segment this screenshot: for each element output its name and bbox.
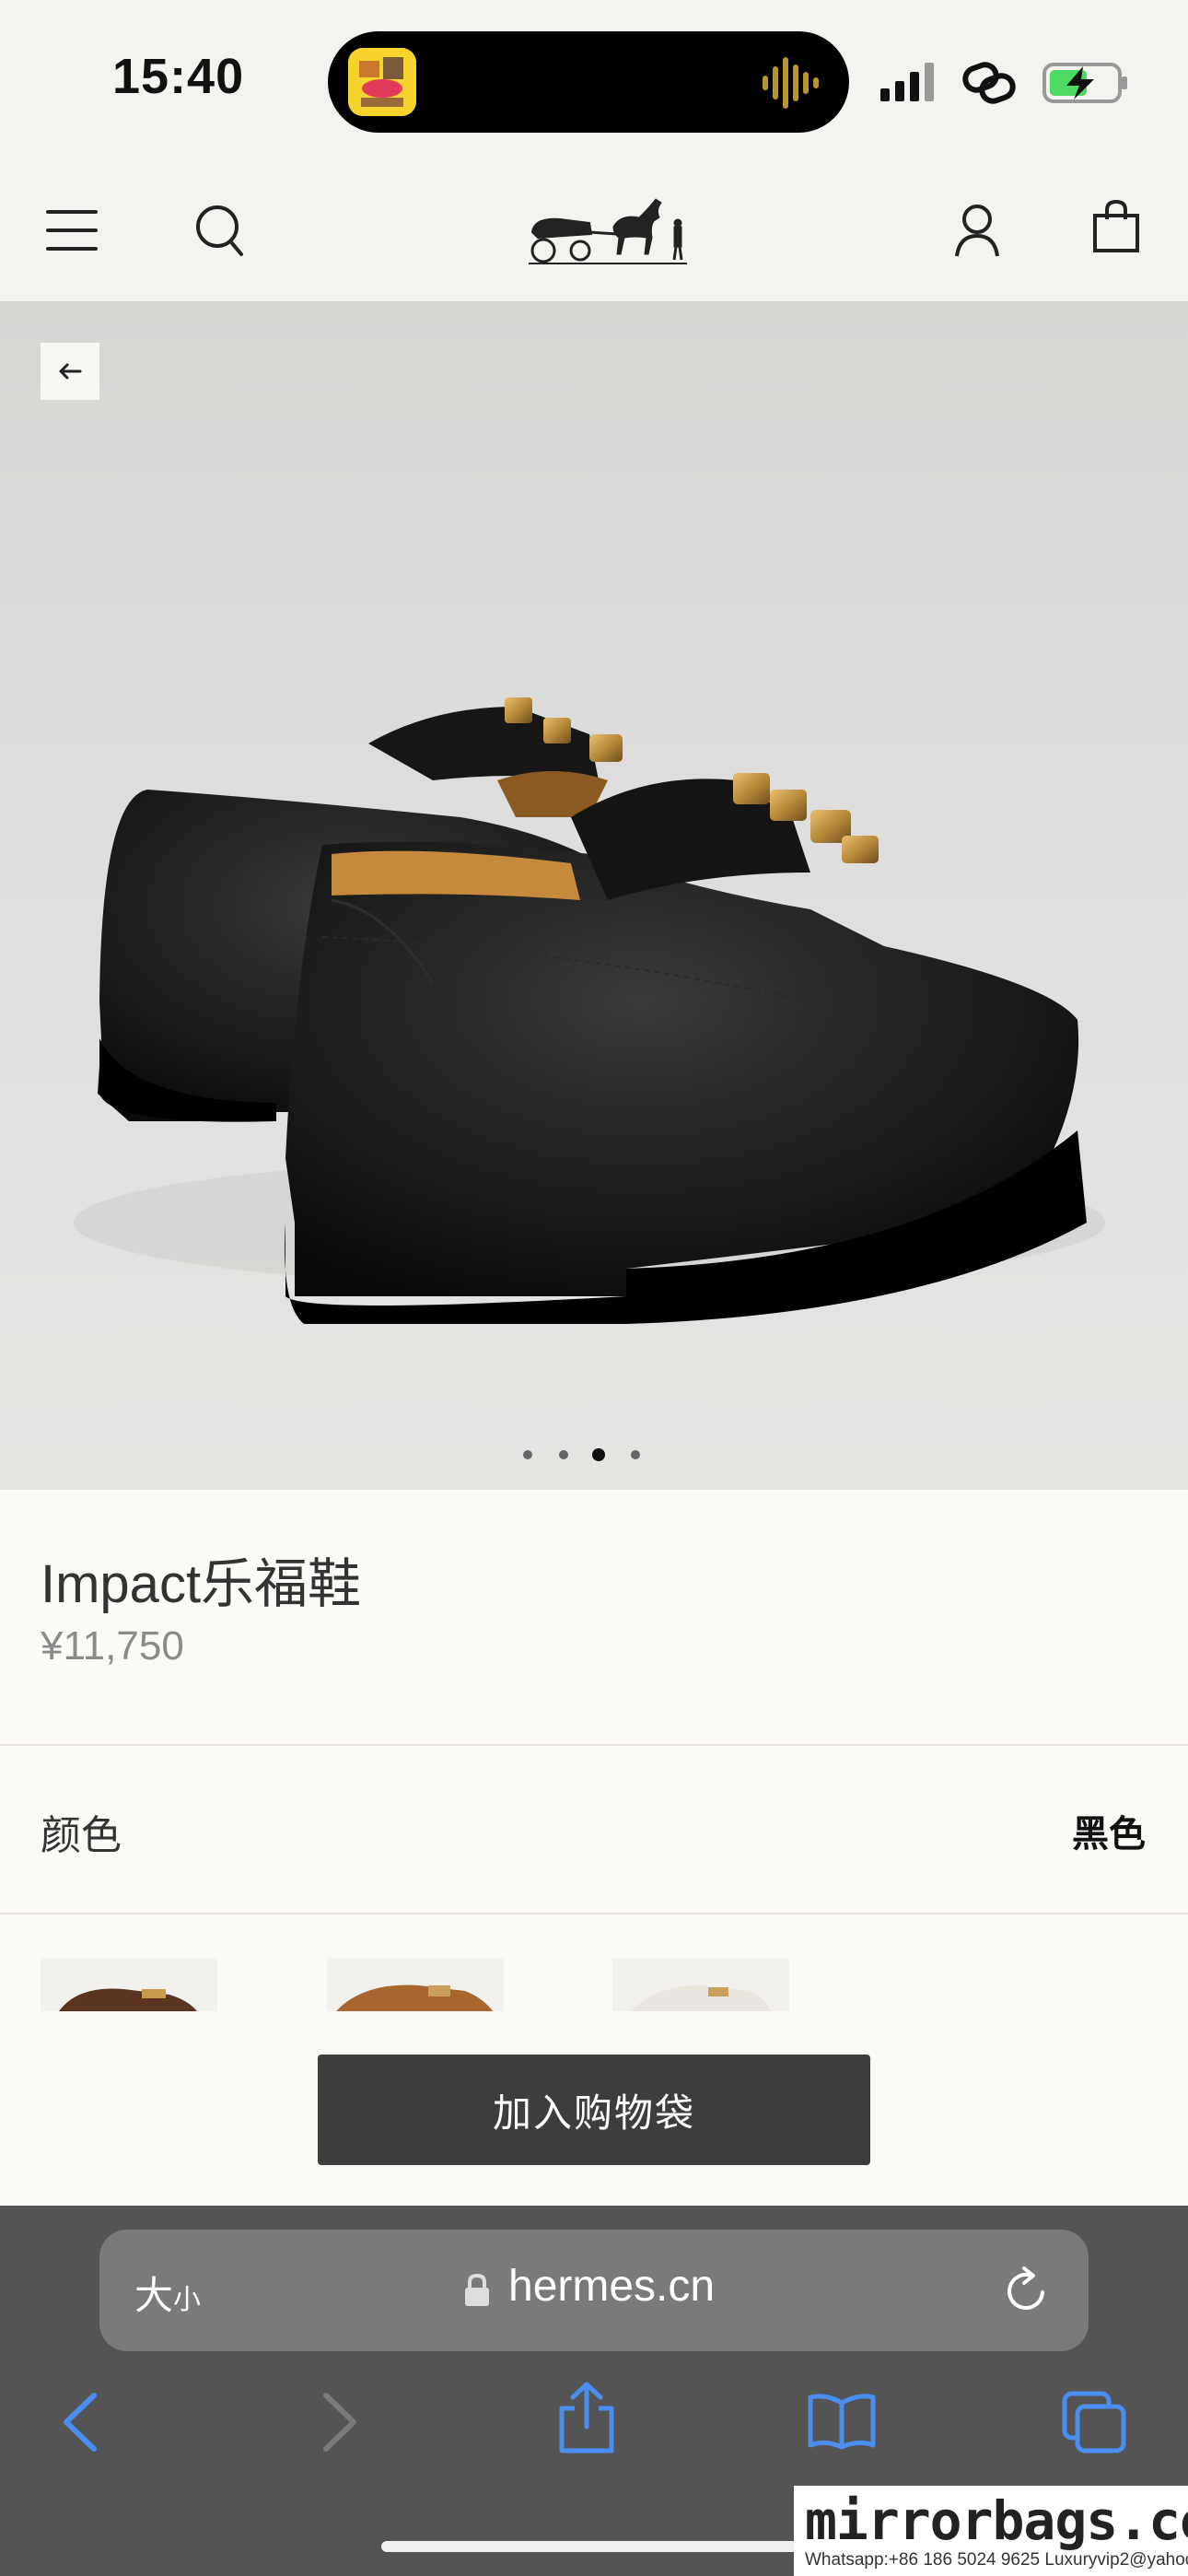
color-value: 黑色 [1072, 1814, 1146, 1855]
divider [0, 1744, 1188, 1746]
product-price: ¥11,750 [41, 1623, 184, 1669]
color-label: 颜色 [41, 1813, 122, 1858]
color-swatch[interactable] [41, 1958, 217, 2011]
search-icon[interactable] [193, 203, 245, 258]
forward-icon[interactable] [319, 2392, 361, 2453]
back-button[interactable] [41, 343, 99, 400]
reload-icon[interactable] [1000, 2265, 1052, 2316]
shopping-bag-icon[interactable] [1092, 199, 1140, 252]
status-time: 15:40 [112, 49, 245, 104]
loafer-pair-image [74, 697, 1105, 1324]
add-to-bag-button[interactable]: 加入购物袋 [318, 2055, 870, 2165]
status-icons [880, 62, 1127, 104]
divider [0, 1913, 1188, 1914]
color-swatch[interactable] [612, 1958, 789, 2011]
link-icon [962, 62, 1016, 104]
product-title: Impact乐福鞋 [41, 1554, 362, 1614]
menu-icon[interactable] [46, 208, 98, 252]
gallery-dot[interactable] [559, 1450, 568, 1459]
watermark: mirrorbags.com Whatsapp:+86 186 5024 962… [794, 2486, 1188, 2576]
gallery-dot[interactable] [523, 1450, 532, 1459]
gallery-dot-active[interactable] [592, 1448, 605, 1461]
tabs-icon[interactable] [1061, 2390, 1127, 2454]
back-icon[interactable] [59, 2392, 101, 2453]
share-icon[interactable] [556, 2381, 617, 2454]
text-size-big: 大 [134, 2274, 174, 2317]
audio-wave-icon [763, 57, 819, 109]
color-swatch[interactable] [327, 1958, 504, 2011]
arrow-left-icon [59, 363, 82, 380]
watermark-contact: Whatsapp:+86 186 5024 9625 Luxuryvip2@ya… [805, 2550, 1188, 2570]
battery-charging-icon [1042, 63, 1127, 103]
gallery-dot[interactable] [631, 1450, 640, 1459]
url-text[interactable]: hermes.cn [508, 2261, 715, 2312]
text-size-small: 小 [173, 2285, 202, 2315]
bookmarks-icon[interactable] [807, 2392, 877, 2451]
signal-icon [880, 63, 934, 101]
home-indicator[interactable] [381, 2541, 807, 2552]
lock-icon [465, 2273, 489, 2306]
product-image[interactable] [0, 301, 1188, 1490]
watermark-name: mirrorbags.com [805, 2489, 1188, 2552]
account-icon[interactable] [954, 203, 1000, 258]
hermes-carriage-logo[interactable] [525, 190, 691, 265]
text-size-button[interactable]: 大小 [134, 2265, 201, 2321]
podcast-app-icon[interactable] [348, 48, 416, 116]
